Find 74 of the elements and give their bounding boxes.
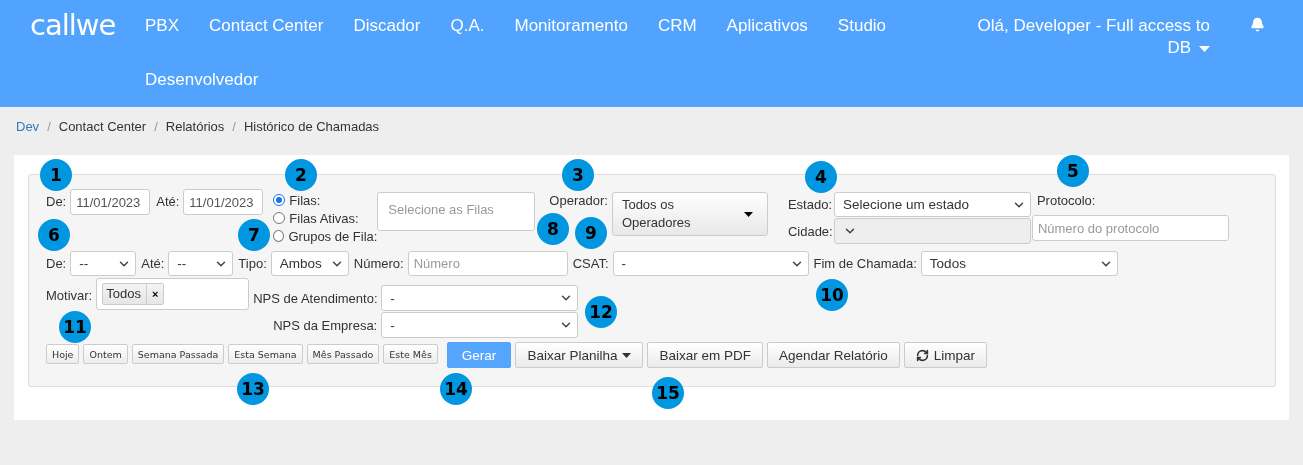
number-badge: 1 — [40, 159, 72, 191]
dropdown[interactable]: - — [381, 312, 579, 338]
date-input[interactable]: 11/01/2023 — [70, 189, 151, 215]
field-label: Protocolo: — [1036, 193, 1097, 208]
field-label: Motivar: — [46, 288, 93, 303]
breadcrumb-separator: / — [47, 118, 51, 134]
field-label: Até: — [141, 256, 165, 271]
caret-icon — [743, 211, 753, 217]
field-label: De: — [46, 256, 67, 271]
date-range-button[interactable]: Este Mês — [383, 344, 438, 364]
dropdown[interactable]: Todos — [920, 251, 1118, 276]
number-badge: 6 — [38, 219, 70, 251]
dropdown[interactable]: Selecione um estado — [833, 192, 1031, 217]
bell-icon[interactable] — [1250, 17, 1265, 32]
tag-label: Todos — [105, 285, 142, 303]
action-button[interactable]: Agendar Relatório — [766, 342, 900, 368]
dropdown[interactable]: Ambos — [270, 251, 349, 276]
dropdown[interactable]: - — [612, 251, 809, 276]
number-badge: 9 — [575, 217, 607, 249]
breadcrumb-item[interactable]: Histórico de Chamadas — [243, 118, 380, 134]
dropdown[interactable]: - — [381, 285, 579, 311]
caret-icon — [622, 352, 632, 358]
number-badge: 7 — [238, 219, 270, 251]
breadcrumb-link[interactable]: Dev — [16, 118, 40, 134]
refresh-icon — [915, 348, 929, 362]
number-badge: 14 — [440, 373, 472, 405]
breadcrumb-separator: / — [232, 118, 236, 134]
field-label: Fim de Chamada: — [813, 256, 917, 271]
number-badge: 12 — [585, 296, 617, 328]
field-label: Cidade: — [787, 223, 830, 239]
action-button[interactable]: Baixar em PDF — [647, 342, 763, 368]
radio-label: Grupos de Fila: — [288, 228, 378, 244]
field-label: Número: — [353, 256, 404, 271]
tag-input-field[interactable]: Todos × — [96, 278, 250, 310]
date-range-button[interactable]: Esta Semana — [228, 344, 303, 364]
caret-icon — [1199, 45, 1210, 52]
operator-dropdown-button[interactable]: Todos os Operadores — [611, 192, 768, 236]
radio-label: Filas: — [289, 192, 321, 208]
input-field[interactable]: Número — [407, 251, 568, 276]
number-badge: 8 — [537, 213, 569, 245]
dropdown[interactable]: -- — [70, 251, 137, 276]
breadcrumb-item[interactable]: Contact Center — [58, 118, 147, 134]
number-badge: 4 — [805, 161, 837, 193]
date-range-button[interactable]: Semana Passada — [131, 344, 225, 364]
dropdown-button[interactable]: Baixar Planilha — [515, 342, 644, 368]
remove-button[interactable]: × — [145, 284, 164, 304]
radio-button[interactable] — [273, 194, 286, 206]
dropdown[interactable]: -- — [168, 251, 234, 276]
date-range-button[interactable]: Mês Passado — [306, 344, 380, 364]
number-badge: 5 — [1057, 155, 1089, 187]
breadcrumb-item[interactable]: Relatórios — [165, 118, 225, 134]
number-badge: 3 — [562, 159, 594, 191]
field-label: Estado: — [787, 197, 830, 212]
number-badge: 2 — [285, 159, 317, 191]
number-badge: 13 — [237, 373, 269, 405]
date-input[interactable]: 11/01/2023 — [183, 189, 264, 215]
field-label: De: — [46, 194, 67, 209]
field-label: NPS de Atendimento: — [253, 290, 378, 306]
number-badge: 10 — [816, 279, 848, 311]
field-label: Até: — [156, 194, 180, 209]
date-range-button[interactable]: Ontem — [83, 344, 128, 364]
field-label: Tipo: — [238, 256, 267, 271]
number-badge: 11 — [59, 311, 91, 343]
action-button[interactable]: Limpar — [903, 342, 988, 368]
field-label: Operador: — [549, 193, 608, 208]
radio-button[interactable] — [273, 212, 286, 224]
radio-label: Filas Ativas: — [289, 210, 359, 226]
field-label: NPS da Empresa: — [272, 317, 378, 333]
field-label: CSAT: — [572, 256, 609, 271]
number-badge: 15 — [652, 377, 684, 409]
protocol-input[interactable]: Número do protocolo — [1031, 215, 1229, 241]
radio-button[interactable] — [273, 230, 285, 242]
date-range-button[interactable]: Hoje — [46, 344, 80, 364]
breadcrumb-separator: / — [154, 118, 158, 134]
